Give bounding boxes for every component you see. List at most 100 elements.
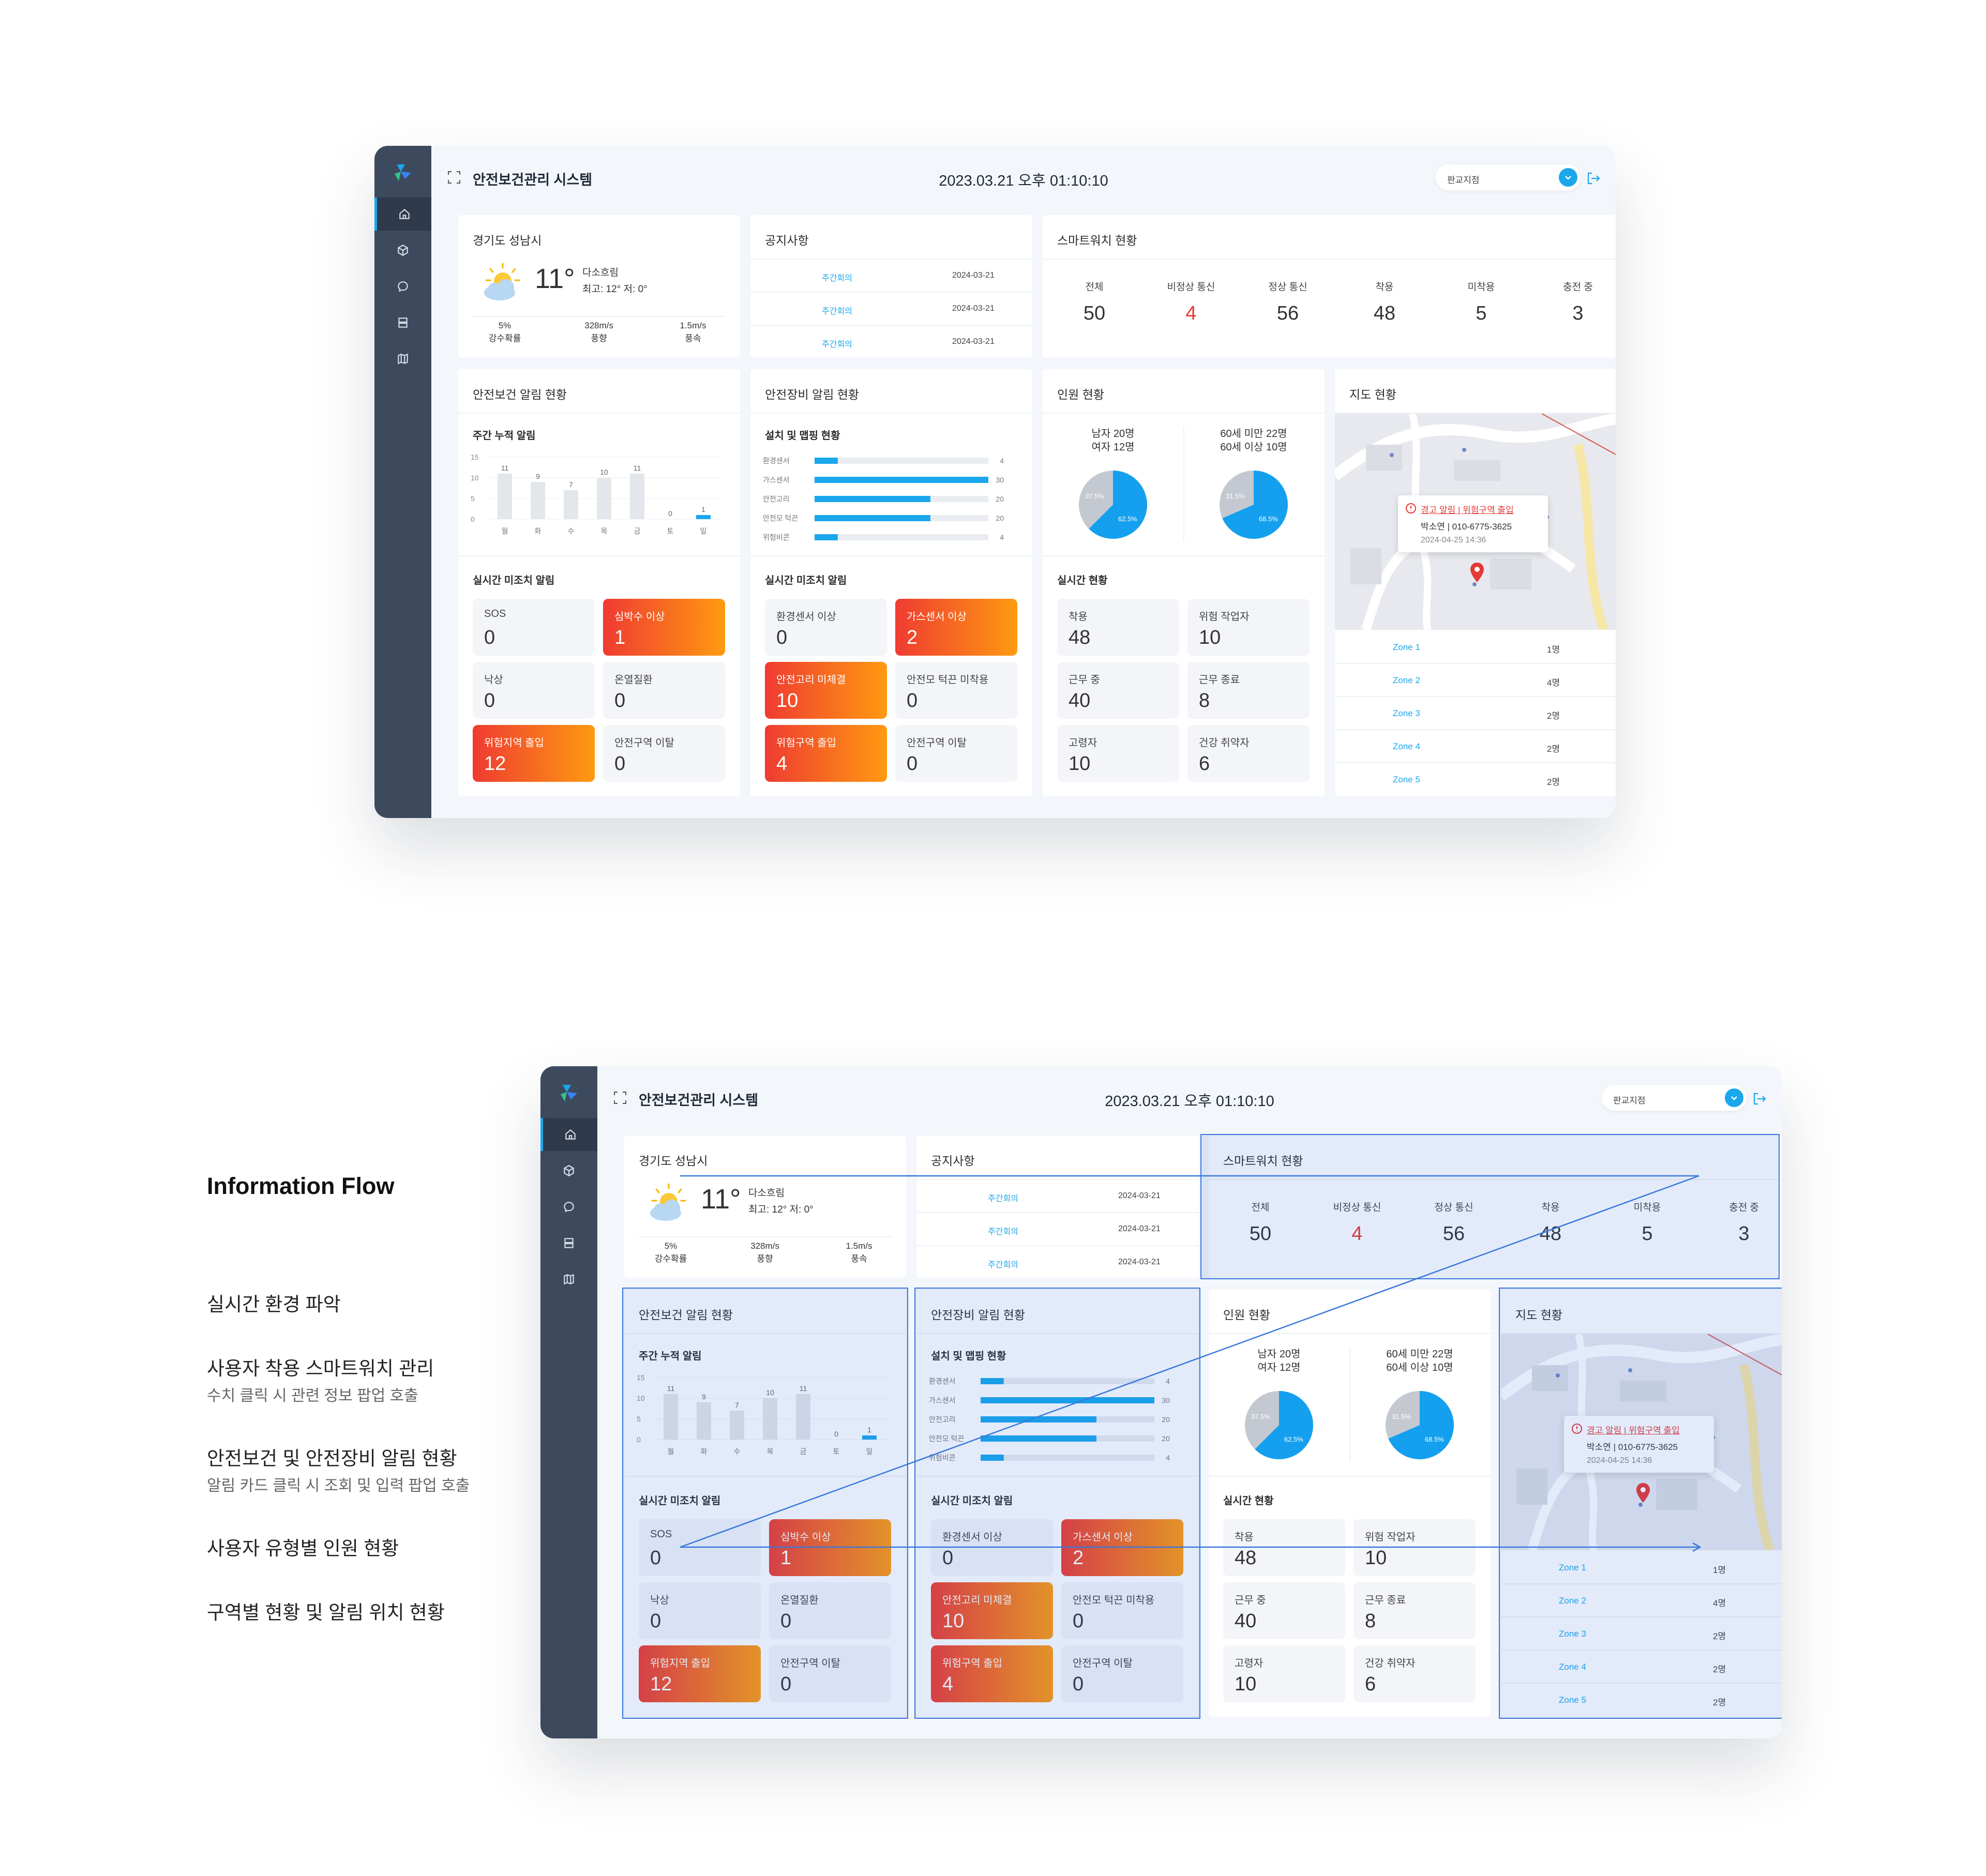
alert-tile[interactable]: 위험 작업자 10 bbox=[1353, 1519, 1476, 1576]
nav-map[interactable] bbox=[540, 1263, 597, 1296]
alert-tile-label: 가스센서 이상 bbox=[907, 611, 967, 623]
hbar[interactable] bbox=[815, 496, 930, 502]
bar[interactable] bbox=[531, 482, 545, 519]
weather-card: 경기도 성남시 11° 다소흐림 최고: 12° 저: 0° 5% 강수확률 32… bbox=[624, 1136, 906, 1278]
location-pin-icon[interactable] bbox=[1469, 562, 1485, 583]
alert-tile[interactable]: 환경센서 이상 0 bbox=[765, 599, 887, 656]
alert-tile-value: 8 bbox=[1199, 690, 1210, 712]
nav-home[interactable] bbox=[374, 198, 431, 231]
nav-messages[interactable] bbox=[540, 1190, 597, 1223]
logout-icon[interactable] bbox=[1586, 171, 1601, 186]
install-status-title: 설치 및 맵핑 현황 bbox=[765, 430, 840, 442]
hbar[interactable] bbox=[815, 458, 838, 464]
zone-row[interactable]: Zone 2 4명 bbox=[1335, 664, 1616, 697]
nav-messages[interactable] bbox=[374, 270, 431, 303]
smartwatch-stat[interactable]: 충전 중 3 bbox=[1547, 279, 1609, 325]
smartwatch-stat-label: 정상 통신 bbox=[1268, 282, 1307, 293]
nav-equipment[interactable] bbox=[540, 1154, 597, 1187]
home-icon bbox=[399, 208, 410, 219]
notice-row[interactable]: 주간회의 2024-03-21 bbox=[916, 1246, 1198, 1278]
alert-tile[interactable]: 근무 중 40 bbox=[1057, 662, 1179, 719]
notice-row[interactable]: 주간회의 2024-03-21 bbox=[750, 293, 1032, 326]
alert-tile[interactable]: 가스센서 이상 2 bbox=[895, 599, 1017, 656]
branch-select[interactable]: 판교지점 bbox=[1602, 1085, 1747, 1111]
smartwatch-stat[interactable]: 정상 통신 56 bbox=[1257, 279, 1319, 325]
nav-home[interactable] bbox=[540, 1118, 597, 1151]
chat-icon bbox=[564, 1202, 574, 1213]
flow-desc-smartwatch: 수치 클릭 시 관련 정보 팝업 호출 bbox=[207, 1387, 418, 1404]
alert-tile[interactable]: 착용 48 bbox=[1223, 1519, 1345, 1576]
alert-tile[interactable]: 심박수 이상 1 bbox=[603, 599, 725, 656]
notice-row[interactable]: 주간회의 2024-03-21 bbox=[916, 1213, 1198, 1246]
alert-tile[interactable]: 위험지역 출입 12 bbox=[473, 725, 595, 782]
weather-temp: 11° bbox=[701, 1184, 741, 1215]
app-logo-icon[interactable] bbox=[392, 161, 414, 184]
pie-small-label: 37.5% bbox=[1251, 1413, 1270, 1420]
x-tick-label: 화 bbox=[535, 527, 541, 535]
alert-tile[interactable]: 안전구역 이탈 0 bbox=[895, 725, 1017, 782]
alert-tile-value: 4 bbox=[776, 753, 788, 775]
bar[interactable] bbox=[630, 474, 644, 519]
hbar[interactable] bbox=[815, 534, 838, 540]
weather-condition: 다소흐림 bbox=[582, 267, 619, 278]
zone-row[interactable]: Zone 4 2명 bbox=[1335, 730, 1616, 763]
alert-tile[interactable]: 근무 중 40 bbox=[1223, 1582, 1345, 1639]
alert-tile[interactable]: 근무 종료 8 bbox=[1187, 662, 1310, 719]
smartwatch-stat[interactable]: 착용 48 bbox=[1353, 279, 1416, 325]
zone-row[interactable]: Zone 5 2명 bbox=[1335, 763, 1616, 796]
hbar[interactable] bbox=[815, 477, 988, 483]
notice-row[interactable]: 주간회의 2024-03-21 bbox=[750, 260, 1032, 293]
alert-tile[interactable]: 고령자 10 bbox=[1223, 1645, 1345, 1702]
alert-tile[interactable]: 안전구역 이탈 0 bbox=[603, 725, 725, 782]
zone-row[interactable]: Zone 3 2명 bbox=[1335, 697, 1616, 730]
gender-pie-chart: 37.5% 62.5% bbox=[1079, 471, 1147, 539]
weather-temp: 11° bbox=[535, 263, 575, 294]
logout-icon[interactable] bbox=[1752, 1091, 1767, 1107]
alert-tile[interactable]: 고령자 10 bbox=[1057, 725, 1179, 782]
smartwatch-stat-value[interactable]: 50 bbox=[1063, 302, 1125, 325]
chevron-down-icon[interactable] bbox=[1559, 168, 1577, 187]
alert-tile[interactable]: 건강 취약자 6 bbox=[1187, 725, 1310, 782]
zone-count: 4명 bbox=[1547, 678, 1560, 688]
smartwatch-stat[interactable]: 미착용 5 bbox=[1450, 279, 1512, 325]
cube-icon bbox=[564, 1165, 574, 1176]
zone-row[interactable]: Zone 1 1명 bbox=[1335, 631, 1616, 664]
alert-tile[interactable]: 착용 48 bbox=[1057, 599, 1179, 656]
smartwatch-stat[interactable]: 비정상 통신 4 bbox=[1160, 279, 1222, 325]
smartwatch-stat-value[interactable]: 3 bbox=[1547, 302, 1609, 325]
notice-row[interactable]: 주간회의 2024-03-21 bbox=[750, 326, 1032, 357]
alert-tile[interactable]: 안전고리 미체결 10 bbox=[765, 662, 887, 719]
bar[interactable] bbox=[564, 490, 578, 519]
notice-row[interactable]: 주간회의 2024-03-21 bbox=[916, 1180, 1198, 1213]
nav-equipment[interactable] bbox=[374, 234, 431, 267]
map-alert-popup[interactable]: 경고 알림 | 위험구역 출입 박소연 | 010-6775-3625 2024… bbox=[1398, 495, 1548, 552]
bar[interactable] bbox=[597, 478, 611, 519]
alert-tile[interactable]: SOS 0 bbox=[473, 599, 595, 656]
nav-records[interactable] bbox=[374, 306, 431, 339]
smartwatch-stat-value[interactable]: 56 bbox=[1257, 302, 1319, 325]
smartwatch-stat-value[interactable]: 5 bbox=[1450, 302, 1512, 325]
nav-map[interactable] bbox=[374, 342, 431, 375]
alert-tile[interactable]: 위험구역 출입 4 bbox=[765, 725, 887, 782]
alert-tile[interactable]: 위험 작업자 10 bbox=[1187, 599, 1310, 656]
smartwatch-stat-value[interactable]: 48 bbox=[1353, 302, 1416, 325]
chevron-down-icon[interactable] bbox=[1725, 1088, 1743, 1107]
alert-tile[interactable]: 안전모 턱끈 미착용 0 bbox=[895, 662, 1017, 719]
alert-tile[interactable]: 낙상 0 bbox=[473, 662, 595, 719]
app-logo-icon[interactable] bbox=[558, 1082, 580, 1105]
map-view[interactable]: 경고 알림 | 위험구역 출입 박소연 | 010-6775-3625 2024… bbox=[1335, 414, 1616, 630]
hbar[interactable] bbox=[815, 515, 930, 521]
alert-tile[interactable]: 근무 종료 8 bbox=[1353, 1582, 1476, 1639]
branch-select[interactable]: 판교지점 bbox=[1436, 164, 1581, 190]
alert-tile-label: 안전구역 이탈 bbox=[614, 737, 674, 749]
nav-records[interactable] bbox=[540, 1227, 597, 1260]
partly-cloudy-icon bbox=[650, 1183, 686, 1221]
map-alert-person: 박소연 | 010-6775-3625 bbox=[1421, 522, 1512, 532]
alert-tile[interactable]: 온열질환 0 bbox=[603, 662, 725, 719]
pie-small-label: 31.5% bbox=[1392, 1413, 1411, 1420]
bar[interactable] bbox=[498, 474, 512, 519]
smartwatch-stat[interactable]: 전체 50 bbox=[1063, 279, 1125, 325]
smartwatch-stat-value[interactable]: 4 bbox=[1160, 302, 1222, 325]
alert-tile[interactable]: 건강 취약자 6 bbox=[1353, 1645, 1476, 1702]
bar[interactable] bbox=[696, 515, 711, 519]
